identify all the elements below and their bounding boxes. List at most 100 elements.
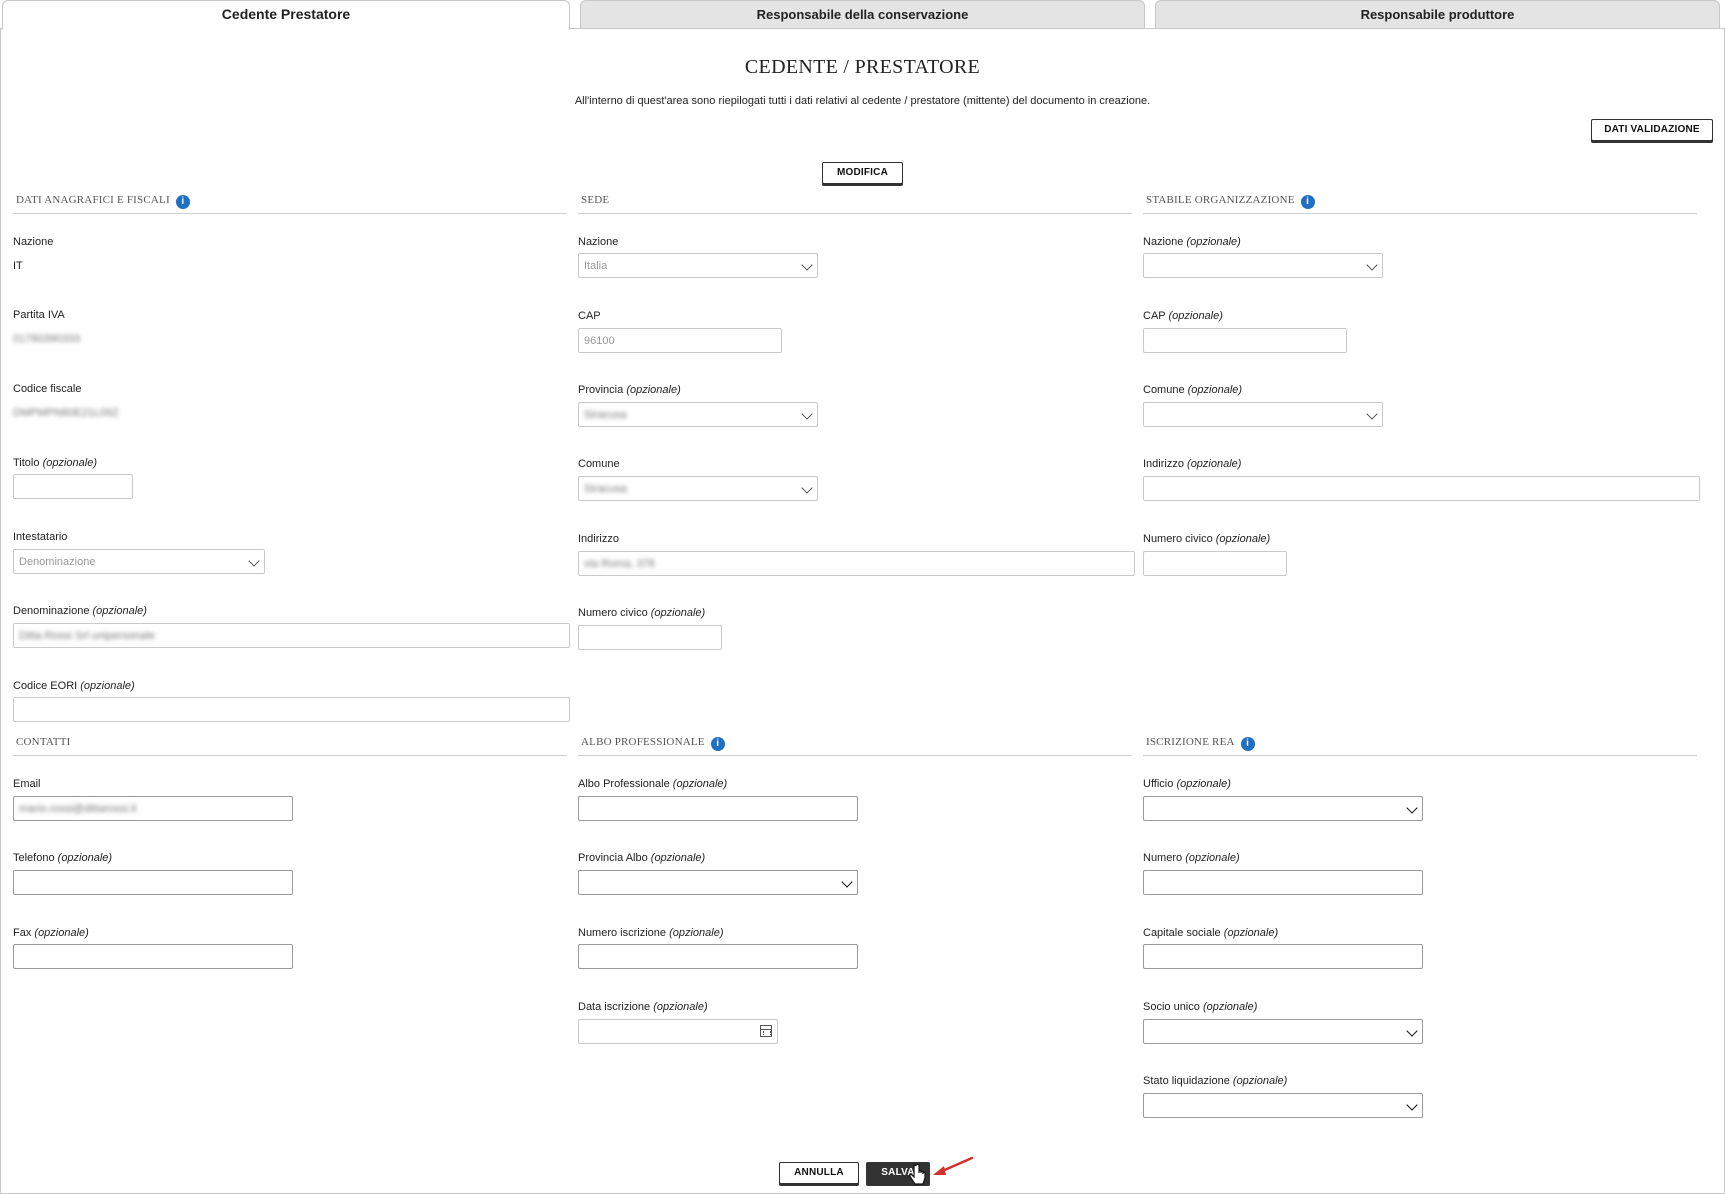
email-input[interactable]: mario.rossi@dittarossi.it xyxy=(13,796,293,821)
info-icon[interactable]: i xyxy=(710,737,725,751)
albo-input[interactable] xyxy=(578,796,858,821)
section-iscrizione-rea: ISCRIZIONE REA i xyxy=(1143,736,1697,756)
denominazione-label-text: Denominazione xyxy=(13,605,90,617)
stabile-cap-label: CAP (opzionale) xyxy=(1143,310,1223,322)
annulla-button[interactable]: ANNULLA xyxy=(779,1162,859,1184)
tab-responsabile-conservazione[interactable]: Responsabile della conservazione xyxy=(580,0,1145,28)
chevron-down-icon xyxy=(1366,259,1378,271)
modifica-button[interactable]: MODIFICA xyxy=(822,162,903,184)
hand-cursor-icon xyxy=(909,1163,926,1185)
ufficio-label: Ufficio (opzionale) xyxy=(1143,778,1231,790)
sede-civico-label-text: Numero civico xyxy=(578,607,648,619)
stabile-civico-label-text: Numero civico xyxy=(1143,533,1213,545)
chevron-down-icon xyxy=(801,408,813,420)
optional-hint: (opzionale) xyxy=(650,607,706,619)
sede-cap-input[interactable]: 96100 xyxy=(578,328,782,353)
calendar-icon[interactable] xyxy=(760,1025,772,1037)
optional-hint: (opzionale) xyxy=(669,927,724,939)
red-arrow-annotation xyxy=(933,1156,974,1175)
tab-cedente-prestatore[interactable]: Cedente Prestatore xyxy=(2,0,570,30)
stabile-comune-label: Comune (opzionale) xyxy=(1143,384,1242,396)
sede-civico-input[interactable] xyxy=(578,625,722,650)
provincia-albo-select[interactable] xyxy=(578,870,858,895)
email-label: Email xyxy=(13,778,41,790)
sede-comune-select[interactable]: Siracusa xyxy=(578,476,818,501)
stabile-comune-select[interactable] xyxy=(1143,402,1383,427)
sede-civico-label: Numero civico (opzionale) xyxy=(578,607,705,619)
numero-iscrizione-label-text: Numero iscrizione xyxy=(578,927,667,939)
stabile-civico-input[interactable] xyxy=(1143,551,1287,576)
ufficio-label-text: Ufficio xyxy=(1143,778,1174,790)
page-title: CEDENTE / PRESTATORE xyxy=(744,56,981,78)
codice-eori-input[interactable] xyxy=(13,697,570,722)
sede-nazione-label: Nazione xyxy=(578,236,619,248)
nazione-label: Nazione xyxy=(13,236,54,248)
chevron-down-icon xyxy=(1406,802,1418,814)
codice-eori-label-text: Codice EORI xyxy=(13,680,78,692)
intestatario-label: Intestatario xyxy=(13,531,68,543)
section-dati-anagrafici: DATI ANAGRAFICI E FISCALI i xyxy=(13,194,567,214)
rea-numero-input[interactable] xyxy=(1143,870,1423,895)
titolo-label: Titolo (opzionale) xyxy=(13,457,97,469)
stabile-cap-input[interactable] xyxy=(1143,328,1347,353)
denominazione-input[interactable]: Ditta Rossi Srl unipersonale xyxy=(13,623,570,648)
socio-unico-select[interactable] xyxy=(1143,1019,1423,1044)
optional-hint: (opzionale) xyxy=(1186,236,1241,248)
info-icon[interactable]: i xyxy=(1240,737,1255,751)
section-dati-anagrafici-title: DATI ANAGRAFICI E FISCALI xyxy=(16,194,170,206)
optional-hint: (opzionale) xyxy=(34,927,89,939)
page-subtitle: All'interno di quest'area sono riepiloga… xyxy=(574,95,1151,107)
stabile-nazione-label: Nazione (opzionale) xyxy=(1143,236,1241,248)
stabile-nazione-label-text: Nazione xyxy=(1143,236,1184,248)
ufficio-select[interactable] xyxy=(1143,796,1423,821)
data-iscrizione-label-text: Data iscrizione xyxy=(578,1001,651,1013)
capitale-sociale-label-text: Capitale sociale xyxy=(1143,927,1221,939)
tab-responsabile-produttore[interactable]: Responsabile produttore xyxy=(1155,0,1720,28)
provincia-albo-label: Provincia Albo (opzionale) xyxy=(578,852,705,864)
sede-comune-value: Siracusa xyxy=(584,483,627,495)
dati-validazione-button[interactable]: DATI VALIDAZIONE xyxy=(1591,119,1713,141)
sede-provincia-label-text: Provincia xyxy=(578,384,624,396)
sede-nazione-select[interactable]: Italia xyxy=(578,253,818,278)
stabile-civico-label: Numero civico (opzionale) xyxy=(1143,533,1270,545)
capitale-sociale-label: Capitale sociale (opzionale) xyxy=(1143,927,1278,939)
titolo-label-text: Titolo xyxy=(13,457,40,469)
chevron-down-icon xyxy=(801,259,813,271)
stabile-nazione-select[interactable] xyxy=(1143,253,1383,278)
section-sede: SEDE xyxy=(578,194,1132,214)
intestatario-select[interactable]: Denominazione xyxy=(13,549,265,574)
intestatario-value: Denominazione xyxy=(19,556,96,568)
nazione-value: IT xyxy=(13,260,23,272)
codice-eori-label: Codice EORI (opzionale) xyxy=(13,680,135,692)
denominazione-value: Ditta Rossi Srl unipersonale xyxy=(19,630,155,642)
chevron-down-icon xyxy=(801,482,813,494)
stato-liquidazione-select[interactable] xyxy=(1143,1093,1423,1118)
info-icon[interactable]: i xyxy=(175,195,190,209)
stabile-indirizzo-input[interactable] xyxy=(1143,476,1700,501)
chevron-down-icon xyxy=(841,876,853,888)
optional-hint: (opzionale) xyxy=(92,605,147,617)
titolo-input[interactable] xyxy=(13,474,133,499)
info-icon[interactable]: i xyxy=(1300,195,1315,209)
chevron-down-icon xyxy=(248,555,260,567)
optional-hint: (opzionale) xyxy=(1185,852,1240,864)
sede-provincia-select[interactable]: Siracusa xyxy=(578,402,818,427)
fax-input[interactable] xyxy=(13,944,293,969)
optional-hint: (opzionale) xyxy=(1187,384,1243,396)
data-iscrizione-input[interactable] xyxy=(578,1019,778,1044)
optional-hint: (opzionale) xyxy=(80,680,135,692)
section-albo-title: ALBO PROFESSIONALE xyxy=(581,736,705,748)
albo-label: Albo Professionale (opzionale) xyxy=(578,778,727,790)
numero-iscrizione-input[interactable] xyxy=(578,944,858,969)
sede-nazione-value: Italia xyxy=(584,260,608,272)
telefono-input[interactable] xyxy=(13,870,293,895)
sede-provincia-value: Siracusa xyxy=(584,409,627,421)
rea-numero-label: Numero (opzionale) xyxy=(1143,852,1240,864)
capitale-sociale-input[interactable] xyxy=(1143,944,1423,969)
optional-hint: (opzionale) xyxy=(42,457,97,469)
fax-label-text: Fax xyxy=(13,927,32,939)
sede-indirizzo-value: via Roma, 378 xyxy=(584,558,655,570)
sede-indirizzo-input[interactable]: via Roma, 378 xyxy=(578,551,1135,576)
sede-indirizzo-label: Indirizzo xyxy=(578,533,619,545)
stato-liquidazione-label-text: Stato liquidazione xyxy=(1143,1075,1230,1087)
